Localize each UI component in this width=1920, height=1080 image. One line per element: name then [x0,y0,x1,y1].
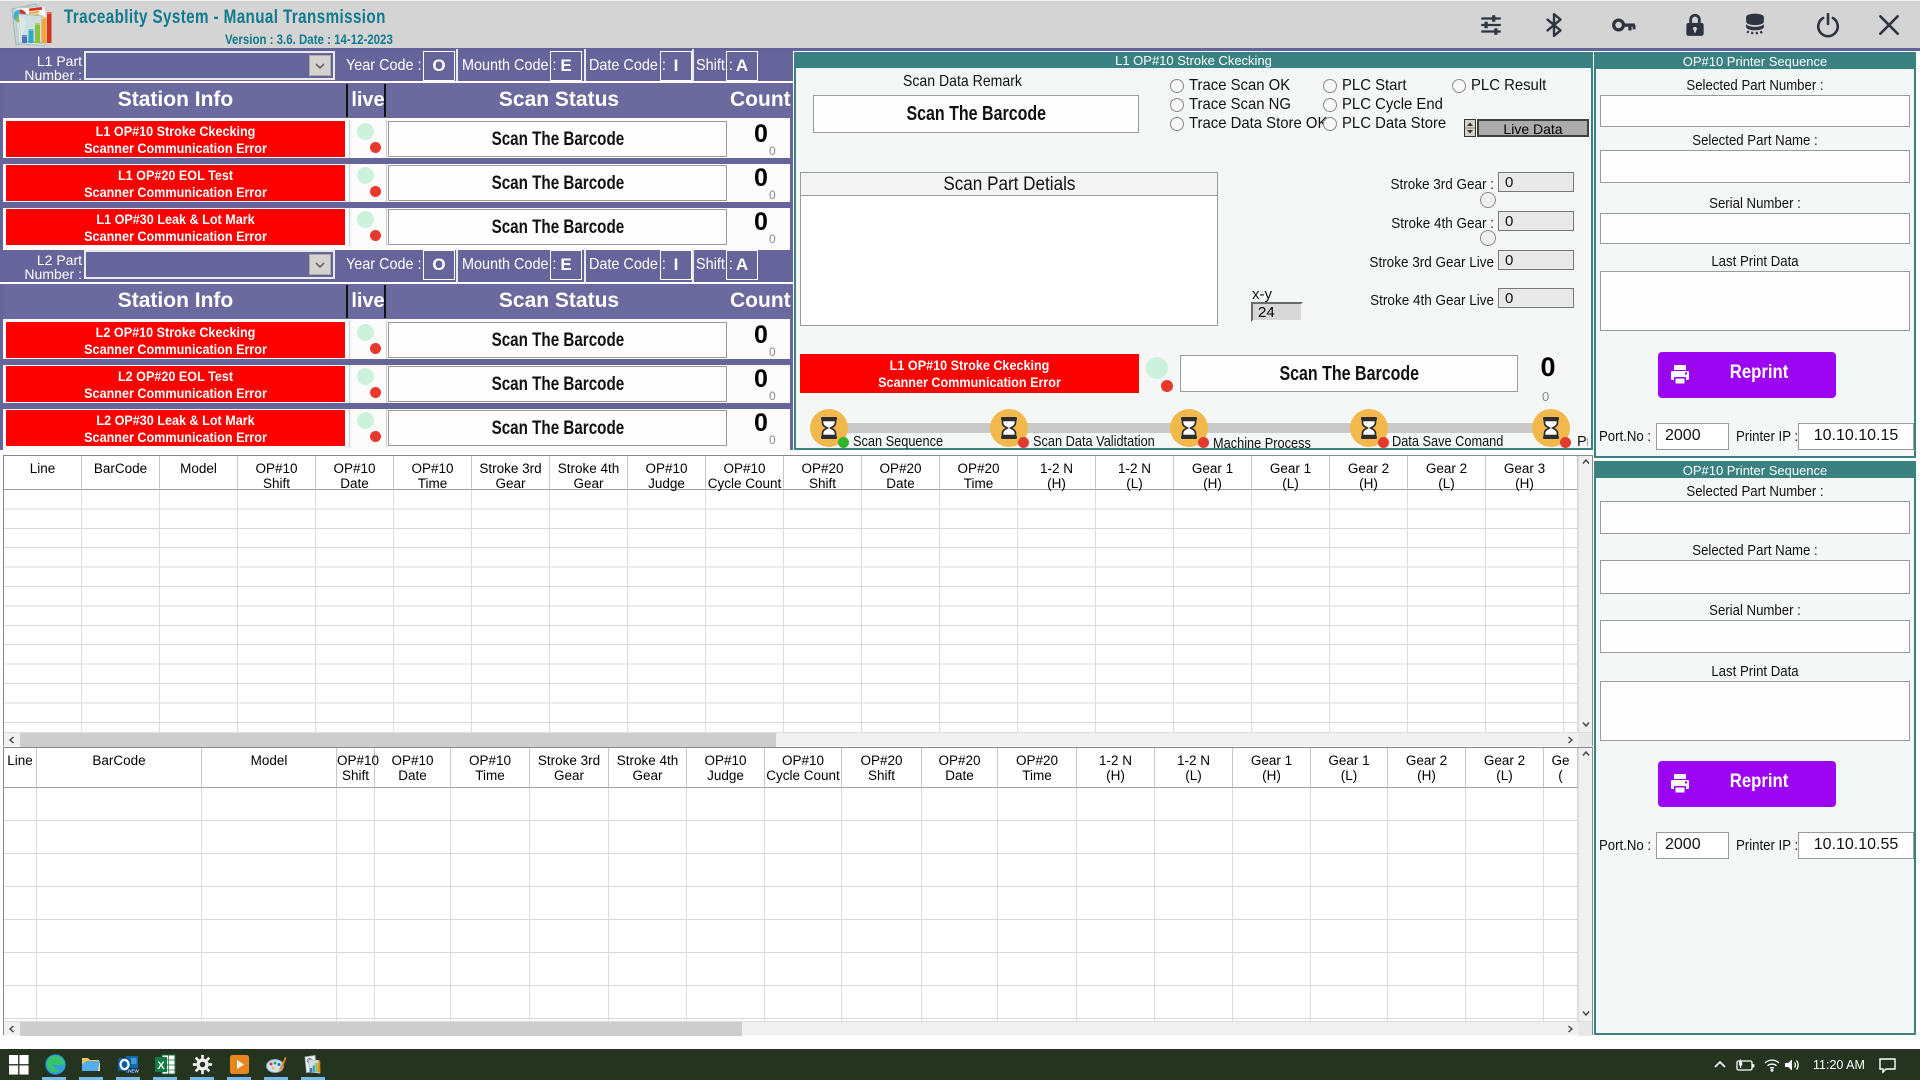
svg-text:NEW: NEW [128,1068,139,1073]
svg-text:X: X [157,1060,165,1072]
